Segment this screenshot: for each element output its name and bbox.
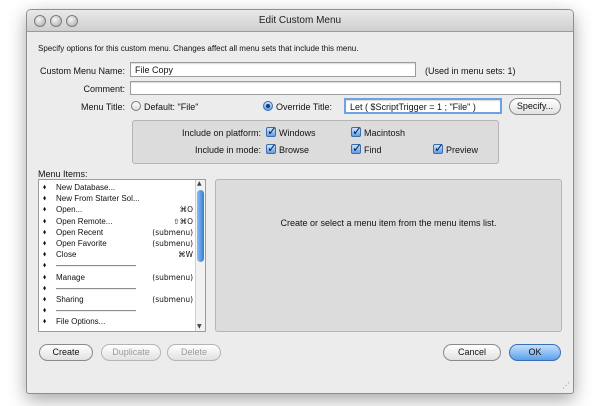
menu-item-name: ——————————	[56, 306, 136, 316]
menu-item-shortcut: (submenu)	[152, 239, 193, 248]
find-checkbox[interactable]	[351, 141, 362, 155]
browse-label: Browse	[279, 145, 310, 155]
include-platform-label: Include on platform:	[181, 128, 261, 138]
menu-item-shortcut: (submenu)	[152, 295, 193, 304]
override-title-radio[interactable]	[263, 101, 273, 111]
window-title: Edit Custom Menu	[258, 15, 342, 26]
override-title-label: Override Title:	[276, 102, 333, 112]
create-button[interactable]: Create	[39, 344, 93, 361]
comment-label: Comment:	[83, 84, 125, 94]
macintosh-checkbox[interactable]	[351, 124, 362, 138]
menu-title-label: Menu Title:	[80, 102, 125, 112]
menu-item-row[interactable]: ⬧ New From Starter Sol...	[39, 193, 197, 204]
preview-label: Preview	[446, 145, 479, 155]
menu-items-scrollbar[interactable]: ▲ ▼	[195, 180, 205, 331]
specify-button[interactable]: Specify...	[509, 98, 561, 115]
menu-item-row[interactable]: ⬧ Sharing (submenu)	[39, 294, 197, 305]
menu-item-row[interactable]: ⬧ ——————————	[39, 305, 197, 316]
menu-item-shortcut: ⇧⌘O	[173, 216, 193, 226]
browse-checkbox[interactable]	[266, 141, 277, 155]
drag-handle-icon[interactable]: ⬧	[43, 216, 46, 227]
title-bar: Edit Custom Menu	[27, 10, 573, 32]
default-title-radio[interactable]	[131, 101, 141, 111]
preview-checkbox[interactable]	[433, 141, 444, 155]
find-label: Find	[364, 145, 382, 155]
menu-item-shortcut: ⌘W	[178, 250, 193, 260]
custom-menu-name-field[interactable]: File Copy	[130, 62, 416, 77]
include-mode-label: Include in mode:	[194, 145, 261, 155]
menu-item-row[interactable]: ⬧ Open Remote... ⇧⌘O	[39, 216, 197, 227]
menu-item-shortcut: (submenu)	[152, 272, 193, 282]
drag-handle-icon[interactable]: ⬧	[43, 204, 46, 215]
include-options-group: Include on platform: Windows Macintosh I…	[132, 120, 499, 164]
scroll-up-arrow-icon[interactable]: ▲	[197, 180, 202, 187]
instructions-text: Specify options for this custom menu. Ch…	[38, 44, 359, 53]
menu-items-label: Menu Items:	[38, 169, 88, 179]
menu-item-name: New Database...	[56, 183, 116, 192]
menu-item-name: New From Starter Sol...	[56, 194, 140, 204]
drag-handle-icon[interactable]: ⬧	[43, 305, 46, 316]
cancel-button[interactable]: Cancel	[443, 344, 501, 361]
detail-message: Create or select a menu item from the me…	[280, 218, 497, 228]
drag-handle-icon[interactable]: ⬧	[43, 182, 46, 193]
delete-button[interactable]: Delete	[167, 344, 221, 361]
drag-handle-icon[interactable]: ⬧	[43, 193, 46, 204]
drag-handle-icon[interactable]: ⬧	[43, 272, 46, 283]
scroll-thumb[interactable]	[197, 190, 204, 262]
menu-item-name: Open...	[56, 205, 83, 215]
menu-item-detail-panel: Create or select a menu item from the me…	[215, 179, 562, 332]
drag-handle-icon[interactable]: ⬧	[43, 227, 46, 238]
comment-field[interactable]	[130, 81, 561, 95]
duplicate-button[interactable]: Duplicate	[101, 344, 161, 361]
menu-item-row[interactable]: ⬧ Open... ⌘O	[39, 204, 197, 215]
menu-item-row[interactable]: ⬧ ——————————	[39, 260, 197, 271]
menu-item-row[interactable]: ⬧ Close ⌘W	[39, 249, 197, 260]
menu-item-name: Sharing	[56, 295, 84, 304]
default-title-label: Default: "File"	[144, 102, 199, 112]
used-in-menu-sets-text: (Used in menu sets: 1)	[425, 66, 516, 76]
menu-item-row[interactable]: ⬧ ——————————	[39, 283, 197, 294]
menu-item-row[interactable]: ⬧ File Options...	[39, 316, 197, 327]
custom-menu-name-label: Custom Menu Name:	[39, 66, 125, 76]
drag-handle-icon[interactable]: ⬧	[43, 283, 46, 294]
menu-item-row[interactable]: ⬧ New Database...	[39, 182, 197, 193]
menu-item-name: ——————————	[56, 261, 136, 271]
drag-handle-icon[interactable]: ⬧	[43, 294, 46, 305]
drag-handle-icon[interactable]: ⬧	[43, 249, 46, 260]
ok-button[interactable]: OK	[509, 344, 561, 361]
menu-item-row[interactable]: ⬧ Manage (submenu)	[39, 272, 197, 283]
menu-item-shortcut: (submenu)	[152, 227, 193, 237]
drag-handle-icon[interactable]: ⬧	[43, 316, 46, 327]
drag-handle-icon[interactable]: ⬧	[43, 260, 46, 271]
override-title-field[interactable]: Let ( $ScriptTrigger = 1 ; "File" )	[344, 98, 502, 114]
menu-item-name: File Options...	[56, 317, 106, 327]
menu-item-shortcut: ⌘O	[179, 205, 193, 215]
menu-item-name: ——————————	[56, 283, 136, 293]
edit-custom-menu-dialog: Edit Custom Menu Specify options for thi…	[26, 9, 574, 394]
scroll-down-arrow-icon[interactable]: ▼	[197, 323, 202, 330]
windows-label: Windows	[279, 128, 316, 138]
menu-item-name: Manage	[56, 272, 85, 282]
menu-item-name: Open Remote...	[56, 216, 113, 226]
menu-items-list[interactable]: ⬧ New Database... ⬧ New From Starter Sol...…	[38, 179, 206, 332]
resize-grip-icon[interactable]: ⋰	[562, 381, 570, 390]
drag-handle-icon[interactable]: ⬧	[43, 238, 46, 249]
menu-item-row[interactable]: ⬧ Open Favorite (submenu)	[39, 238, 197, 249]
menu-item-row[interactable]: ⬧ Open Recent (submenu)	[39, 227, 197, 238]
windows-checkbox[interactable]	[266, 124, 277, 138]
menu-item-name: Open Recent	[56, 227, 104, 237]
menu-item-name: Open Favorite	[56, 239, 107, 248]
macintosh-label: Macintosh	[364, 128, 406, 138]
menu-item-name: Close	[56, 250, 77, 260]
